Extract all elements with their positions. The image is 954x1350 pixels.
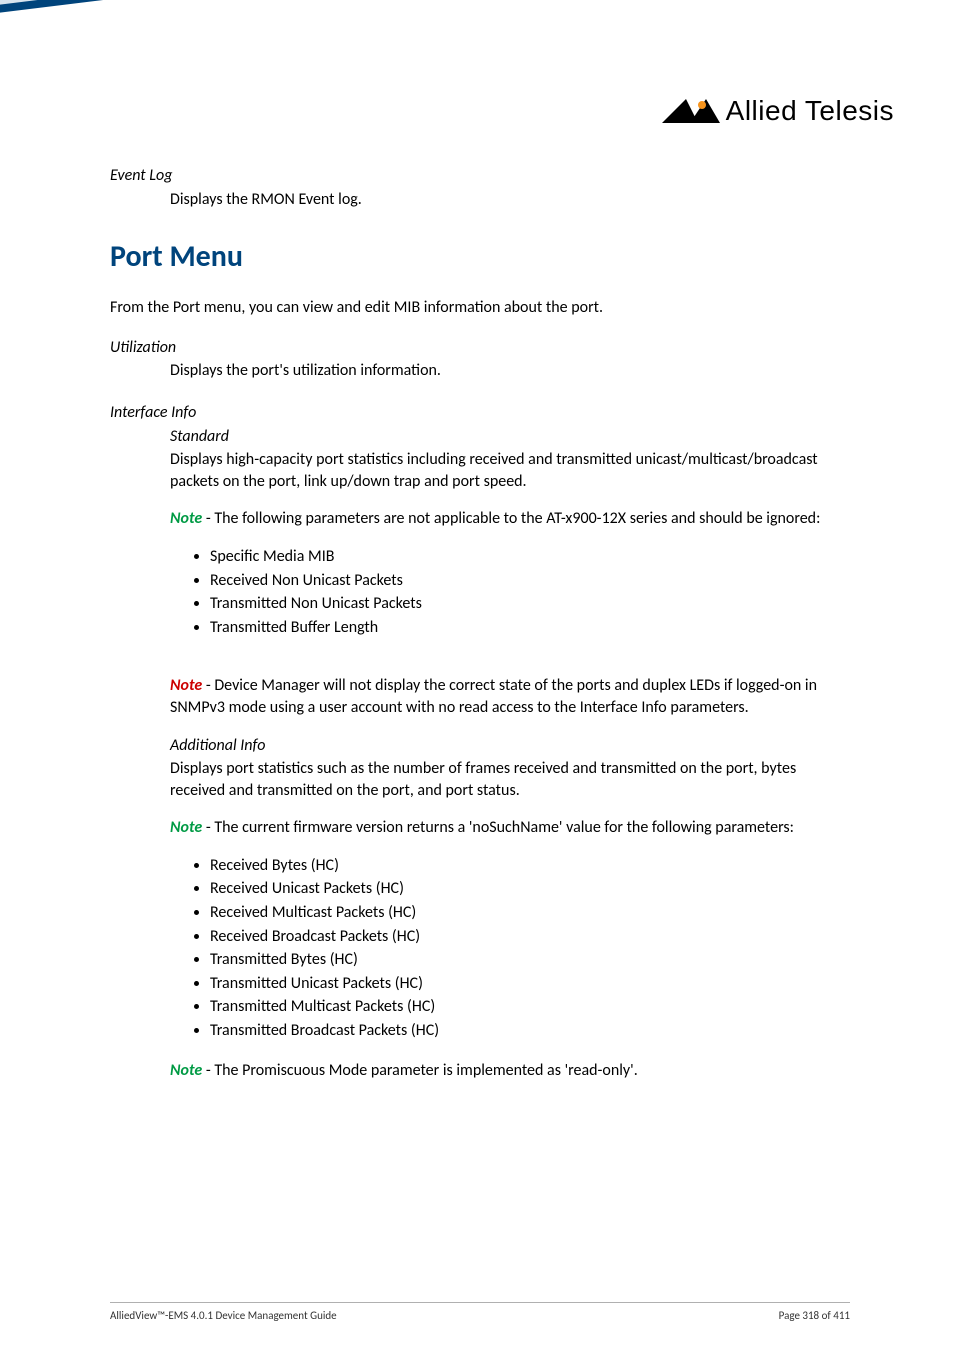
brand-logo: Allied Telesis [662, 95, 894, 127]
allied-telesis-mark-icon [662, 97, 720, 125]
standard-note2: Note - Device Manager will not display t… [170, 675, 850, 718]
list-item: Transmitted Broadcast Packets (HC) [210, 1020, 850, 1042]
list-item: Received Broadcast Packets (HC) [210, 926, 850, 948]
brand-logo-text: Allied Telesis [726, 95, 894, 127]
additional-note1: Note - The current firmware version retu… [170, 817, 850, 839]
additional-term: Additional Info [170, 735, 850, 757]
list-item: Transmitted Unicast Packets (HC) [210, 973, 850, 995]
list-item: Specific Media MIB [210, 546, 850, 568]
standard-term: Standard [170, 426, 850, 448]
utilization-term: Utilization [110, 337, 850, 359]
list-item: Transmitted Multicast Packets (HC) [210, 996, 850, 1018]
note-label: Note [170, 509, 202, 528]
page-footer: AlliedView™-EMS 4.0.1 Device Management … [110, 1302, 850, 1322]
additional-note1-list: Received Bytes (HC) Received Unicast Pac… [210, 855, 850, 1042]
section-heading: Port Menu [110, 238, 850, 275]
list-item: Received Non Unicast Packets [210, 570, 850, 592]
note-text: - The Promiscuous Mode parameter is impl… [202, 1061, 638, 1080]
event-log-def: Displays the RMON Event log. [170, 189, 850, 211]
note-label: Note [170, 818, 202, 837]
note-text: - The following parameters are not appli… [202, 509, 820, 528]
standard-note1-list: Specific Media MIB Received Non Unicast … [210, 546, 850, 638]
footer-right: Page 318 of 411 [779, 1309, 850, 1322]
note-label: Note [170, 676, 202, 695]
standard-note1: Note - The following parameters are not … [170, 508, 850, 530]
footer-left: AlliedView™-EMS 4.0.1 Device Management … [110, 1309, 337, 1322]
additional-def: Displays port statistics such as the num… [170, 758, 850, 801]
interface-info-term: Interface Info [110, 402, 850, 424]
additional-note2: Note - The Promiscuous Mode parameter is… [170, 1060, 850, 1082]
list-item: Transmitted Buffer Length [210, 617, 850, 639]
utilization-def: Displays the port's utilization informat… [170, 360, 850, 382]
page-header: Allied Telesis [0, 0, 954, 170]
standard-def: Displays high-capacity port statistics i… [170, 449, 850, 492]
list-item: Received Multicast Packets (HC) [210, 902, 850, 924]
section-intro: From the Port menu, you can view and edi… [110, 297, 850, 319]
note-text: - Device Manager will not display the co… [170, 676, 817, 717]
list-item: Received Bytes (HC) [210, 855, 850, 877]
event-log-term: Event Log [110, 165, 850, 187]
page-content: Event Log Displays the RMON Event log. P… [110, 165, 850, 1097]
list-item: Transmitted Bytes (HC) [210, 949, 850, 971]
list-item: Received Unicast Packets (HC) [210, 878, 850, 900]
list-item: Transmitted Non Unicast Packets [210, 593, 850, 615]
note-text: - The current firmware version returns a… [202, 818, 794, 837]
note-label: Note [170, 1061, 202, 1080]
